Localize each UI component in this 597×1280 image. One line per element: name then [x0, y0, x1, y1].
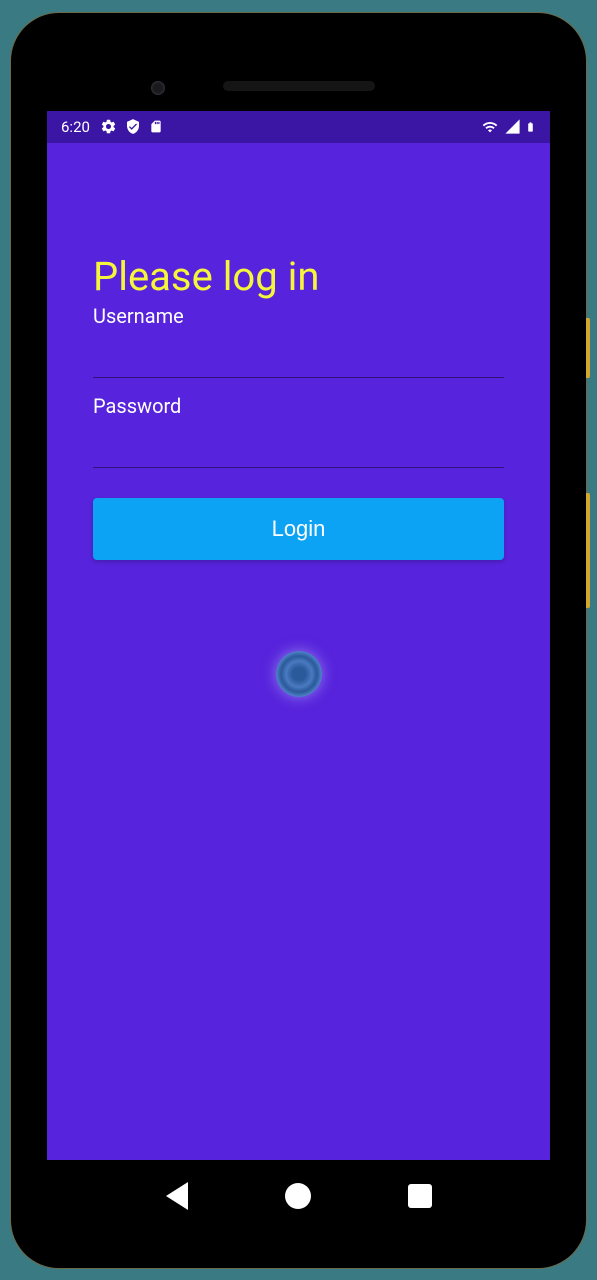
status-bar-right — [480, 118, 536, 136]
password-input[interactable] — [93, 418, 504, 468]
battery-icon — [525, 118, 536, 136]
password-label: Password — [93, 394, 504, 418]
phone-camera — [151, 81, 165, 95]
username-input[interactable] — [93, 328, 504, 378]
nav-recent-button[interactable] — [408, 1184, 432, 1208]
page-title: Please log in — [93, 253, 504, 300]
gear-icon — [100, 118, 117, 135]
status-left-icons — [100, 118, 163, 135]
phone-power-button — [586, 318, 590, 378]
username-label: Username — [93, 304, 504, 328]
phone-inner: 6:20 — [29, 31, 568, 1250]
assistant-orb-icon[interactable] — [276, 651, 322, 697]
navigation-bar — [47, 1160, 550, 1232]
app-content: Please log in Username Password Login — [47, 143, 550, 1160]
status-bar-left: 6:20 — [61, 118, 163, 136]
shield-icon — [125, 118, 141, 135]
phone-volume-button — [586, 493, 590, 608]
status-time: 6:20 — [61, 118, 90, 136]
wifi-icon — [480, 119, 500, 135]
phone-screen: 6:20 — [47, 111, 550, 1232]
sd-card-icon — [149, 118, 163, 135]
nav-back-button[interactable] — [166, 1182, 188, 1210]
nav-home-button[interactable] — [285, 1183, 311, 1209]
signal-icon — [504, 118, 521, 135]
login-button[interactable]: Login — [93, 498, 504, 560]
status-bar: 6:20 — [47, 111, 550, 143]
phone-frame: 6:20 — [11, 13, 586, 1268]
phone-speaker — [223, 81, 375, 91]
